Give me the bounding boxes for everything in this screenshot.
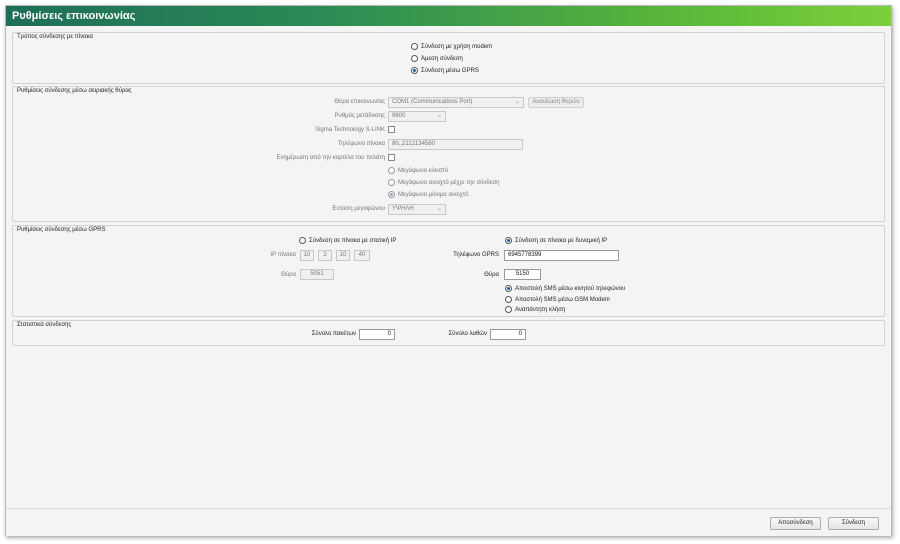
gprs-settings-legend: Ρυθμίσεις σύνδεσης μέσω GPRS (17, 227, 106, 233)
radio-dot (505, 285, 512, 292)
slink-checkbox[interactable] (388, 126, 395, 133)
radio-sms-mobile[interactable]: Αποστολή SMS μέσω κινητού τηλεφώνου (505, 285, 625, 292)
radio-dot (505, 306, 512, 313)
update-from-customer-label: Ενημέρωση από την καρτέλα του πελάτη (276, 155, 385, 161)
ip-octet-3[interactable]: 10 (336, 250, 350, 261)
title-bar: Ρυθμίσεις επικοινωνίας (6, 6, 891, 26)
errors-total-label: Σύνολο λαθών (448, 331, 487, 337)
radio-dot (505, 296, 512, 303)
connection-mode-group: Τρόπος σύνδεσης με πίνακα Σύνδεση με χρή… (12, 32, 885, 84)
errors-total-value: 0 (490, 329, 526, 340)
radio-speaker-always-on[interactable]: Μεγάφωνο μόνιμα ανοιχτό (388, 191, 468, 198)
radio-dot (411, 43, 418, 50)
chevron-down-icon: ⌄ (436, 113, 442, 119)
radio-modem-connection[interactable]: Σύνδεση με χρήση modem (411, 43, 492, 50)
window-title: Ρυθμίσεις επικοινωνίας (12, 10, 136, 22)
scan-ports-button[interactable]: Ανανέωση θυρών (528, 97, 584, 108)
radio-dot (388, 191, 395, 198)
radio-missed-call[interactable]: Αναπάντητη κλήση (505, 306, 565, 313)
chevron-down-icon: ⌄ (436, 206, 442, 212)
radio-speaker-until-connect[interactable]: Μεγάφωνο ανοιχτό μέχρι την σύνδεση (388, 179, 500, 186)
ip-octet-4[interactable]: 40 (354, 250, 370, 261)
radio-dynamic-ip[interactable]: Σύνδεση σε πίνακα με δυναμική IP (505, 237, 607, 244)
radio-speaker-off[interactable]: Μεγάφωνο κλειστό (388, 167, 448, 174)
gprs-settings-group: Ρυθμίσεις σύνδεσης μέσω GPRS Σύνδεση σε … (12, 225, 885, 317)
static-port-label: Θύρα (281, 272, 296, 278)
radio-dot (299, 237, 306, 244)
packets-total-value: 0 (359, 329, 395, 340)
stats-legend: Στατιστικά σύνδεσης (17, 322, 72, 328)
port-select[interactable]: COM1 (Communications Port) ⌄ (388, 97, 524, 108)
port-label: Θύρα επικοινωνίας (334, 99, 385, 105)
static-port-input[interactable]: 5051 (300, 269, 334, 280)
footer-bar: Αποσύνδεση Σύνδεση (6, 508, 891, 536)
panel-phone-input[interactable]: 80,,2112134580 (388, 139, 523, 150)
radio-dot (388, 179, 395, 186)
gprs-port-input[interactable]: 5150 (504, 269, 541, 280)
slink-label: Sigma Technology S-LINK (315, 127, 385, 133)
radio-direct-connection[interactable]: Άμεση σύνδεση (411, 55, 463, 62)
radio-dot (505, 237, 512, 244)
radio-static-ip[interactable]: Σύνδεση σε πίνακα με στατική IP (299, 237, 396, 244)
radio-dot (388, 167, 395, 174)
disconnect-button[interactable]: Αποσύνδεση (770, 517, 821, 530)
panel-phone-label: Τηλέφωνο πίνακα (337, 141, 385, 147)
ip-octet-1[interactable]: 10 (300, 250, 314, 261)
update-from-customer-checkbox[interactable] (388, 154, 395, 161)
gprs-port-label: Θύρα (484, 272, 499, 278)
serial-settings-legend: Ρυθμίσεις σύνδεσης μέσω σειριακής θύρας (17, 88, 132, 94)
chevron-down-icon: ⌄ (514, 99, 520, 105)
radio-sms-gsm-modem[interactable]: Αποστολή SMS μέσω GSM Modem (505, 296, 610, 303)
radio-dot (411, 67, 418, 74)
speed-label: Ρυθμός μετάδοσης (334, 113, 385, 119)
speaker-volume-label: Ένταση μεγαφώνου (332, 206, 385, 212)
speaker-volume-select[interactable]: ΥΨΗΛΗ ⌄ (388, 204, 446, 215)
radio-gprs-connection[interactable]: Σύνδεση μέσω GPRS (411, 67, 479, 74)
connection-mode-legend: Τρόπος σύνδεσης με πίνακα (17, 34, 94, 40)
serial-settings-group: Ρυθμίσεις σύνδεσης μέσω σειριακής θύρας … (12, 86, 885, 222)
radio-dot (411, 55, 418, 62)
connect-button[interactable]: Σύνδεση (828, 517, 879, 530)
packets-total-label: Σύνολο πακέτων (311, 331, 356, 337)
stats-group: Στατιστικά σύνδεσης Σύνολο πακέτων 0 Σύν… (12, 320, 885, 346)
speed-select[interactable]: 9600 ⌄ (388, 111, 446, 122)
communication-settings-window: Ρυθμίσεις επικοινωνίας Τρόπος σύνδεσης μ… (5, 5, 892, 536)
gprs-phone-label: Τηλέφωνο GPRS (453, 252, 499, 258)
gprs-phone-input[interactable]: 6945778399 (504, 250, 619, 261)
panel-ip-label: IP πίνακα (270, 252, 296, 258)
ip-octet-2[interactable]: 2 (318, 250, 332, 261)
